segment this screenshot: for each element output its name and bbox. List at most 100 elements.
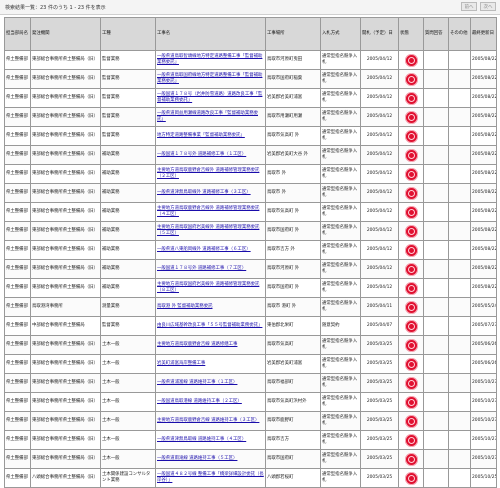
other-cell (448, 373, 471, 393)
work-name-link[interactable]: 主要地方道鳥取鹿野倉吉線 道路維持工事（３工区） (157, 418, 259, 423)
question-answer-cell (423, 297, 449, 317)
work-place-cell: 鳥取市吉方 (265, 430, 321, 450)
work-name-link[interactable]: 鳥取港 外 監督補助業務委託 (157, 304, 212, 309)
status-cell (398, 316, 424, 336)
work-type-cell: 土木一般 (100, 354, 156, 374)
bid-method-cell: 通常型指名競争入札 (320, 69, 361, 89)
work-name-link[interactable]: 一般国道鳥取港線 道路維持工事（２工区） (157, 399, 242, 404)
last-updated-cell: 2005/08/22 (470, 145, 497, 165)
table-row: 県土整備部 東部総合事務所県土整備局（旧） 監督業務 地方特定道路整備事業「監督補助業… (4, 126, 497, 146)
work-name-link[interactable]: 一般県道鳥取智頭線地方特定道路整備工事「監督補助業務委託」 (157, 54, 262, 65)
column-header: 工種 (100, 17, 156, 51)
opening-date-cell: 2005/03/25 (360, 373, 399, 393)
work-name-link[interactable]: 一般県道岡益用瀬線道路改良工事「監督補助業務委託」 (157, 111, 258, 122)
opening-date-cell: 2005/04/12 (360, 259, 399, 279)
prev-page-button[interactable]: 前へ (461, 2, 477, 11)
bid-method-cell: 通常型指名競争入札 (320, 221, 361, 241)
work-type-cell: 補助業務 (100, 164, 156, 184)
other-cell (448, 221, 471, 241)
work-name-link[interactable]: 一般国道４８２号線 整備工事「橋梁詳細設計委託（長岸谷）」 (157, 472, 264, 483)
status-cell (398, 88, 424, 108)
work-name-link[interactable]: 岩美町浦富海岸整備工事 (157, 361, 205, 366)
status-seal-icon[interactable] (404, 262, 418, 276)
status-seal-icon[interactable] (404, 414, 418, 428)
status-seal-icon[interactable] (404, 300, 418, 314)
other-cell (448, 259, 471, 279)
last-updated-cell: 2005/06/26 (470, 354, 497, 374)
table-row: 県土整備部 東部総合事務所県土整備局（旧） 監督業務 一般国道１７８号（岩井防雪道路）… (4, 88, 497, 108)
work-name-link[interactable]: 主要地方道鳥取鹿野倉吉線外 道路補修管理業務委託（２工区） (157, 168, 259, 179)
bid-method-cell: 通常型指名競争入札 (320, 183, 361, 203)
status-seal-icon[interactable] (404, 224, 418, 238)
work-name-link[interactable]: 一般国道１７８号（岩井防雪道路）道路改良工事「監督補助業務委託」 (157, 92, 262, 103)
work-name-link[interactable]: 一般国道１７８号外 道路補修工事（７工区） (157, 266, 246, 271)
last-updated-cell: 2005/08/22 (470, 278, 497, 298)
work-type-cell: 補助業務 (100, 145, 156, 165)
work-name-link[interactable]: 一般国道１７８号外 道路補修工事（１工区） (157, 152, 246, 157)
status-seal-icon[interactable] (404, 110, 418, 124)
work-place-cell: 鳥取市気高町浜村外 (265, 392, 321, 412)
status-seal-icon[interactable] (404, 129, 418, 143)
status-seal-icon[interactable] (404, 319, 418, 333)
column-header: 工事名 (155, 17, 266, 51)
work-name-link[interactable]: 一般県道津無鳥取線外 道路補修工事（３工区） (157, 190, 251, 195)
next-page-button[interactable]: 次へ (480, 2, 496, 11)
status-seal-icon[interactable] (404, 452, 418, 466)
status-seal-icon[interactable] (404, 376, 418, 390)
agency-cell: 東部総合事務所県土整備局（旧） (30, 88, 101, 108)
work-name-link[interactable]: 一般県道鳥取国府線地方特定道路整備工事「監督補助業務委託」 (157, 73, 262, 84)
status-cell (398, 449, 424, 469)
question-answer-cell (423, 202, 449, 222)
status-seal-icon[interactable] (404, 338, 418, 352)
status-seal-icon[interactable] (404, 72, 418, 86)
work-name-link[interactable]: 主要地方道鳥取国府岩美線外 道路補修管理業務委託（５工区） (157, 225, 259, 236)
last-updated-cell: 2005/10/27 (470, 392, 497, 412)
work-name-link[interactable]: 地方特定道路整備事業「監督補助業務委託」 (157, 133, 245, 138)
status-seal-icon[interactable] (404, 433, 418, 447)
agency-cell: 東部総合事務所県土整備局（旧） (30, 240, 101, 260)
status-seal-icon[interactable] (404, 357, 418, 371)
work-name-cell: 由良川広域基幹改良工事「５５号監督補助業務委託」 (155, 316, 266, 336)
other-cell (448, 126, 471, 146)
status-seal-icon[interactable] (404, 148, 418, 162)
table-row: 県土整備部 東部総合事務所県土整備局（旧） 土木一般 主要地方道鳥取鹿野倉吉線 道路維… (4, 411, 497, 431)
work-name-link[interactable]: 一般県道八東船岡線外 道路補修工事（６工区） (157, 247, 251, 252)
agency-cell: 東部総合事務所県土整備局（旧） (30, 259, 101, 279)
work-name-link[interactable]: 一般県道浦富線 道路維持工事（１工区） (157, 380, 237, 385)
work-name-link[interactable]: 由良川広域基幹改良工事「５５号監督補助業務委託」 (157, 323, 262, 328)
opening-date-cell: 2005/04/11 (360, 297, 399, 317)
question-answer-cell (423, 240, 449, 260)
question-answer-cell (423, 335, 449, 355)
agency-cell: 東部総合事務所県土整備局（旧） (30, 107, 101, 127)
status-seal-icon[interactable] (404, 53, 418, 67)
status-seal-icon[interactable] (404, 205, 418, 219)
table-row: 県土整備部 東部総合事務所県土整備局（旧） 補助業務 主要地方道鳥取鹿野倉吉線外 道路… (4, 202, 497, 222)
status-cell (398, 126, 424, 146)
bid-method-cell: 通常型指名競争入札 (320, 411, 361, 431)
table-row: 県土整備部 東部総合事務所県土整備局（旧） 土木一般 一般国道鳥取港線 道路維持工事（… (4, 392, 497, 412)
work-name-link[interactable]: 主要地方道鳥取鹿野倉吉線 道路修繕工事 (157, 342, 237, 347)
agency-cell: 東部総合事務所県土整備局（旧） (30, 373, 101, 393)
status-seal-icon[interactable] (404, 471, 418, 485)
status-seal-icon[interactable] (404, 243, 418, 257)
work-name-link[interactable]: 一般県道雨滝線 道路維持工事（５工区） (157, 456, 237, 461)
status-seal-icon[interactable] (404, 91, 418, 105)
work-name-cell: 一般国道１７８号（岩井防雪道路）道路改良工事「監督補助業務委託」 (155, 88, 266, 108)
status-seal-icon[interactable] (404, 186, 418, 200)
work-name-link[interactable]: 主要地方道鳥取国府岩美線外 道路補修管理業務委託（８工区） (157, 282, 259, 293)
table-row: 県土整備部 東部総合事務所県土整備局（旧） 土木一般 一般県道浦富線 道路維持工事（１… (4, 373, 497, 393)
status-seal-icon[interactable] (404, 281, 418, 295)
status-seal-icon[interactable] (404, 395, 418, 409)
opening-date-cell: 2005/03/25 (360, 430, 399, 450)
status-cell (398, 259, 424, 279)
question-answer-cell (423, 278, 449, 298)
work-name-cell: 一般県道鳥取国府線地方特定道路整備工事「監督補助業務委託」 (155, 69, 266, 89)
other-cell (448, 88, 471, 108)
work-place-cell: 鳥取市 外 (265, 183, 321, 203)
status-seal-icon[interactable] (404, 167, 418, 181)
work-name-link[interactable]: 一般県道津無鳥取線 道路維持工事（４工区） (157, 437, 246, 442)
last-updated-cell: 2005/08/22 (470, 221, 497, 241)
agency-cell: 東部総合事務所県土整備局（旧） (30, 335, 101, 355)
work-name-link[interactable]: 主要地方道鳥取鹿野倉吉線外 道路補修管理業務委託（４工区） (157, 206, 259, 217)
other-cell (448, 240, 471, 260)
